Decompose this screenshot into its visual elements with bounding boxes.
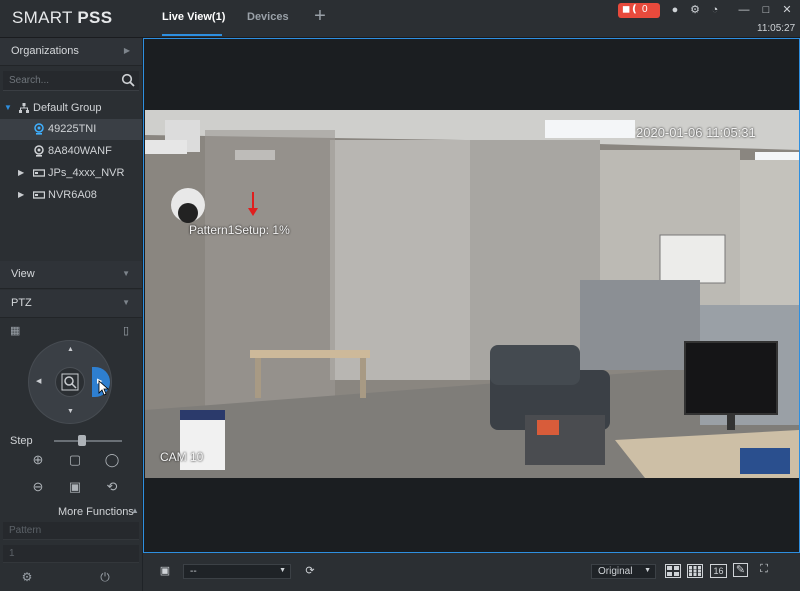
chevron-up-icon: ▲ [131, 506, 139, 515]
system-clock: 11:05:27 [757, 23, 796, 34]
tab-live-view[interactable]: Live View(1) [162, 11, 225, 23]
search-input[interactable]: Search... [3, 71, 139, 91]
alarm-button[interactable]: ◼❪ 0 [618, 3, 660, 18]
tree-item-label: Default Group [33, 102, 102, 114]
video-feed[interactable]: 2020-01-06 11:05:31 Pattern1Setup: 1% CA… [145, 110, 799, 478]
pattern-select[interactable]: Pattern [3, 522, 139, 540]
title-bar: SMART PSS Live View(1) Devices + ◼❪ 0 ● … [0, 0, 800, 38]
camera-icon [34, 145, 44, 157]
view-preset-value: -- [190, 566, 197, 577]
config-icon[interactable]: ⚙ [20, 570, 34, 584]
minimize-icon[interactable]: — [737, 3, 751, 17]
gear-icon[interactable]: ⚙ [688, 3, 702, 17]
zoom-search-icon [61, 373, 79, 391]
search-icon[interactable] [121, 73, 135, 87]
tree-item-label: 8A840WANF [48, 145, 112, 157]
add-tab-button[interactable]: + [310, 6, 330, 26]
maximize-icon[interactable]: □ [759, 3, 773, 17]
stream-mode-value: Original [598, 566, 633, 577]
org-tree-icon [19, 103, 29, 113]
layout-16-button[interactable]: 16 [710, 564, 727, 578]
active-tab-indicator [162, 34, 222, 36]
view-preset-dropdown[interactable]: -- ▼ [183, 564, 291, 579]
ptz-status-overlay: Pattern1Setup: 1% [189, 223, 290, 237]
stream-mode-dropdown[interactable]: Original ▼ [591, 564, 656, 579]
speaker-icon: ◼❪ [622, 4, 639, 15]
fullscreen-icon[interactable]: ⛶ [756, 563, 772, 577]
layout-9-icon[interactable] [687, 564, 703, 578]
nvr-icon [33, 169, 45, 177]
zoom-out-icon[interactable]: ⊖ [30, 479, 46, 495]
camera-icon [34, 123, 44, 135]
alarm-count: 0 [642, 4, 648, 15]
view-label: View [11, 268, 35, 280]
chevron-right-icon[interactable]: ▶ [18, 168, 24, 177]
mouse-cursor-icon [98, 380, 110, 396]
grid-toggle-icon[interactable]: ▦ [10, 324, 20, 337]
tree-item-default-group[interactable]: ▼ Default Group [0, 98, 142, 119]
performance-icon[interactable]: ◔ [708, 3, 722, 17]
organizations-label: Organizations [11, 45, 79, 57]
chevron-down-icon: ▼ [122, 269, 130, 278]
step-label: Step [10, 435, 33, 447]
more-functions-toggle[interactable]: More Functions ▲ [58, 506, 139, 518]
save-view-icon[interactable]: ▣ [157, 564, 173, 578]
nvr-icon [33, 191, 45, 199]
layout-4-icon[interactable] [665, 564, 681, 578]
ptz-up-arrow-icon[interactable]: ▲ [67, 346, 74, 353]
zoom-in-icon[interactable]: ⊕ [30, 452, 46, 468]
chevron-right-icon: ▶ [123, 46, 130, 55]
video-timestamp: 2020-01-06 11:05:31 [636, 125, 756, 140]
user-icon[interactable]: ● [668, 3, 682, 17]
chevron-down-icon: ▼ [122, 298, 130, 307]
more-functions-label: More Functions [58, 506, 134, 518]
close-icon[interactable]: ✕ [780, 3, 794, 17]
tree-item-8a840wanf[interactable]: 8A840WANF [0, 141, 142, 162]
tree-item-nvr6a08[interactable]: ▶ NVR6A08 [0, 185, 142, 206]
iris-close-icon[interactable]: ⟲ [104, 479, 120, 495]
ptz-down-arrow-icon[interactable]: ▼ [67, 408, 74, 415]
chevron-down-icon: ▼ [644, 567, 651, 574]
step-slider[interactable] [54, 440, 122, 442]
camera-scene [145, 110, 799, 478]
ptz-label: PTZ [11, 297, 32, 309]
camera-name-overlay: CAM 10 [160, 450, 204, 464]
ptz-section-header[interactable]: PTZ ▼ [0, 290, 142, 318]
refresh-icon[interactable]: ⟳ [302, 564, 318, 578]
tree-item-jps-nvr[interactable]: ▶ JPs_4xxx_NVR [0, 163, 142, 184]
tree-item-49225tni[interactable]: 49225TNI [0, 119, 142, 140]
chevron-down-icon: ▼ [279, 567, 286, 574]
tree-item-label: 49225TNI [48, 123, 97, 135]
focus-near-icon[interactable]: ▢ [67, 452, 83, 468]
custom-layout-icon[interactable]: ✎ [733, 563, 748, 577]
chevron-down-icon[interactable]: ▼ [4, 103, 12, 112]
step-slider-handle[interactable] [78, 435, 86, 446]
ptz-left-arrow-icon[interactable]: ◀ [36, 377, 41, 385]
search-placeholder: Search... [9, 75, 50, 86]
focus-far-icon[interactable]: ▣ [67, 479, 83, 495]
organizations-header[interactable]: Organizations ▶ [0, 38, 142, 66]
tree-item-label: NVR6A08 [48, 189, 97, 201]
iris-open-icon[interactable]: ◯ [104, 452, 120, 468]
pattern-number-select[interactable]: 1 [3, 545, 139, 563]
tree-item-label: JPs_4xxx_NVR [48, 167, 125, 179]
power-icon[interactable]: ⏻ [98, 570, 112, 584]
mouse-icon[interactable]: ▯ [123, 324, 129, 337]
app-logo: SMART PSS [12, 8, 113, 27]
chevron-right-icon[interactable]: ▶ [18, 190, 24, 199]
tab-devices[interactable]: Devices [247, 11, 289, 23]
view-section-header[interactable]: View ▼ [0, 261, 142, 289]
